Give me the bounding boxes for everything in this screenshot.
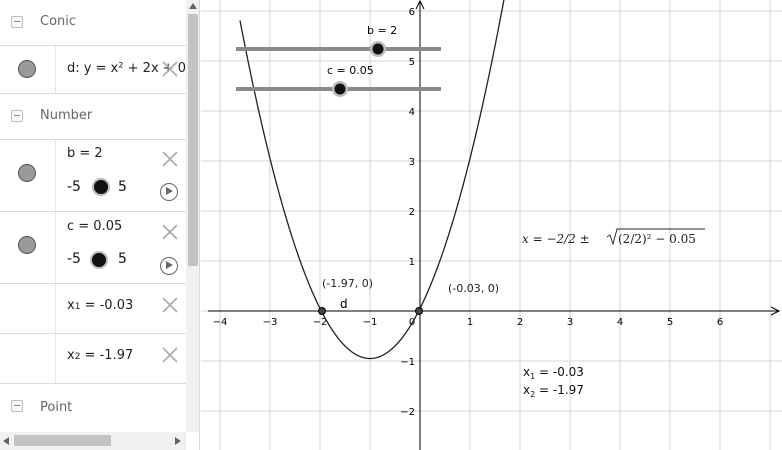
scroll-up-icon[interactable] — [189, 3, 197, 9]
quadratic-formula-text[interactable]: x = −2/2 ± (2/2)² − 0.05 — [522, 228, 705, 246]
y-tick-labels: 1 2 3 4 5 6 −1 −2 — [400, 7, 415, 418]
number-row-x1[interactable]: x1 = -0.03 — [0, 284, 186, 334]
y-tick-label: 3 — [409, 157, 415, 168]
vertical-scrollbar[interactable] — [186, 0, 199, 432]
x-tick-label: 5 — [667, 317, 673, 328]
number-x2-definition[interactable]: x2 = -1.97 — [67, 348, 133, 363]
collapse-conic-button[interactable] — [11, 16, 23, 28]
slider-c-min: -5 — [67, 251, 81, 267]
solutions-text[interactable]: x1 = -0.03 x2 = -1.97 — [523, 365, 584, 399]
delete-conic-icon[interactable] — [161, 60, 179, 78]
root-point-left-label: (-1.97, 0) — [322, 277, 373, 290]
x-tick-label: −4 — [213, 317, 228, 328]
visibility-marble-d[interactable] — [18, 60, 36, 78]
number-row-b[interactable]: b = 2 -5 5 — [0, 140, 186, 212]
number-c-definition[interactable]: c = 0.05 — [67, 219, 122, 234]
play-animation-c-button[interactable] — [160, 257, 178, 275]
delete-b-icon[interactable] — [161, 150, 179, 168]
play-animation-b-button[interactable] — [160, 183, 178, 201]
y-tick-label: 1 — [409, 257, 415, 268]
solution-x2-text: x2 = -1.97 — [523, 383, 584, 399]
x-tick-labels: −4 −3 −2 −1 0 1 2 3 4 5 6 — [213, 317, 724, 328]
solution-x1-text: x1 = -0.03 — [523, 365, 584, 381]
slider-b-caption: b = 2 — [367, 24, 397, 37]
delete-c-icon[interactable] — [161, 223, 179, 241]
collapse-point-button[interactable] — [11, 400, 23, 412]
slider-b[interactable]: b = 2 — [236, 24, 441, 57]
x-tick-label: 2 — [517, 317, 523, 328]
conic-row[interactable]: d: y = x² + 2x + 0.05 — [0, 46, 199, 94]
y-tick-label: −2 — [400, 407, 415, 418]
algebra-view: Conic d: y = x² + 2x + 0.05 Number b = 2… — [0, 0, 200, 450]
number-row-c[interactable]: c = 0.05 -5 5 — [0, 212, 186, 284]
slider-b-handle[interactable] — [94, 180, 108, 194]
slider-c-graphics-handle[interactable] — [334, 83, 346, 95]
number-b-definition[interactable]: b = 2 — [67, 146, 103, 161]
axes — [208, 0, 781, 450]
y-tick-label: 2 — [409, 207, 415, 218]
x-tick-label: −3 — [263, 317, 278, 328]
x-tick-label: 4 — [617, 317, 623, 328]
formula-lhs: x = −2/2 ± — [522, 232, 590, 246]
category-conic-label: Conic — [40, 14, 77, 29]
number-row-x2[interactable]: x2 = -1.97 — [0, 334, 186, 384]
root-point-right[interactable] — [415, 307, 423, 315]
horizontal-scroll-thumb[interactable] — [14, 435, 111, 446]
y-tick-label: −1 — [400, 357, 415, 368]
category-conic[interactable]: Conic — [0, 0, 186, 46]
number-x1-definition[interactable]: x1 = -0.03 — [67, 298, 133, 313]
root-point-right-label: (-0.03, 0) — [448, 282, 499, 295]
formula-radicand: (2/2)² − 0.05 — [618, 232, 696, 246]
x-tick-label: −1 — [363, 317, 378, 328]
curve-label-d: d — [340, 297, 348, 311]
y-tick-label: 4 — [409, 107, 415, 118]
slider-c-caption: c = 0.05 — [327, 64, 374, 77]
category-number[interactable]: Number — [0, 94, 186, 140]
slider-b-graphics-handle[interactable] — [372, 43, 384, 55]
horizontal-scrollbar[interactable] — [0, 432, 186, 450]
delete-x2-icon[interactable] — [161, 346, 179, 364]
slider-c[interactable]: c = 0.05 — [236, 64, 441, 97]
vertical-scroll-thumb[interactable] — [188, 14, 198, 266]
slider-b-max: 5 — [118, 179, 127, 195]
root-point-left[interactable] — [318, 307, 326, 315]
y-tick-label: 6 — [409, 7, 415, 18]
x-tick-label: 6 — [717, 317, 723, 328]
scroll-right-icon[interactable] — [175, 437, 181, 445]
delete-x1-icon[interactable] — [161, 296, 179, 314]
collapse-number-button[interactable] — [11, 110, 23, 122]
graphics-view[interactable]: −4 −3 −2 −1 0 1 2 3 4 5 6 123456−1−2 d (-1.97, 0) … — [201, 0, 782, 450]
conic-definition[interactable]: d: y = x² + 2x + 0.05 — [67, 61, 199, 76]
slider-b-min: -5 — [67, 179, 81, 195]
x-tick-label: 1 — [467, 317, 473, 328]
y-tick-label: 5 — [409, 57, 415, 68]
visibility-marble-c[interactable] — [18, 236, 36, 254]
category-point[interactable]: Point — [0, 384, 186, 430]
visibility-marble-b[interactable] — [18, 164, 36, 182]
slider-c-handle[interactable] — [92, 253, 106, 267]
category-number-label: Number — [40, 108, 93, 123]
scroll-left-icon[interactable] — [3, 437, 9, 445]
category-point-label: Point — [40, 400, 73, 415]
slider-c-max: 5 — [118, 251, 127, 267]
x-tick-label: 3 — [567, 317, 573, 328]
